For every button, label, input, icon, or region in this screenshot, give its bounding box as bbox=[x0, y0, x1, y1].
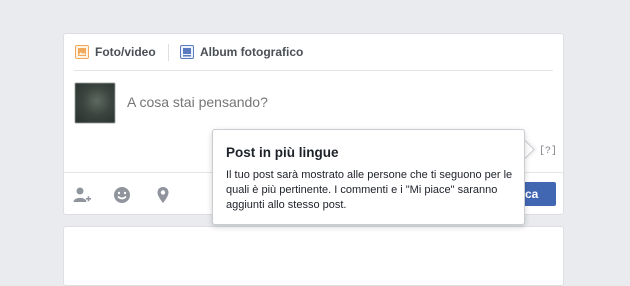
multilingual-post-tooltip: Post in più lingue Il tuo post sarà most… bbox=[212, 129, 525, 225]
location-pin-icon[interactable] bbox=[153, 185, 173, 205]
photo-video-icon bbox=[75, 45, 89, 59]
help-link[interactable]: [?] bbox=[539, 146, 557, 157]
avatar bbox=[75, 83, 115, 123]
tab-photo-video[interactable]: Foto/video bbox=[75, 43, 156, 61]
tab-photo-album[interactable]: Album fotografico bbox=[180, 43, 303, 61]
feeling-smiley-icon[interactable] bbox=[112, 185, 132, 205]
tab-photo-album-label: Album fotografico bbox=[200, 45, 304, 59]
feed-card bbox=[63, 226, 564, 286]
tooltip-title: Post in più lingue bbox=[226, 145, 339, 160]
tab-photo-video-label: Foto/video bbox=[95, 45, 156, 59]
tooltip-body: Il tuo post sarà mostrato alle persone c… bbox=[226, 169, 513, 211]
tag-friends-icon[interactable] bbox=[72, 185, 92, 205]
photo-album-icon bbox=[180, 45, 194, 59]
status-input[interactable] bbox=[127, 94, 427, 110]
tabs-divider bbox=[74, 70, 553, 71]
composer-tabs: Foto/video Album fotografico bbox=[64, 34, 563, 71]
tab-separator bbox=[168, 44, 169, 61]
